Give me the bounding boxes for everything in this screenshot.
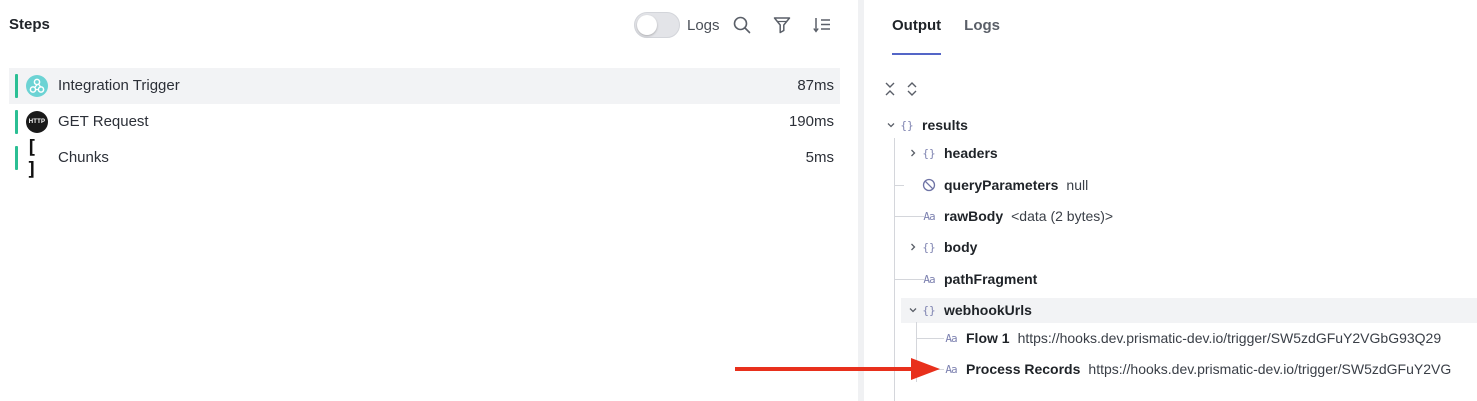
tree-key: webhookUrls [944, 302, 1032, 318]
tree-node-results[interactable]: {} results [884, 113, 968, 137]
object-icon: {} [922, 146, 936, 160]
string-icon: Aa [945, 362, 957, 376]
string-icon: Aa [923, 209, 935, 223]
steps-toolbar: Logs [634, 10, 834, 40]
string-icon: Aa [923, 272, 935, 286]
tree-key: rawBody [944, 208, 1004, 224]
http-icon: HTTP [26, 111, 48, 133]
expand-all-icon[interactable] [904, 81, 920, 97]
tree-node-pathfragment[interactable]: Aa pathFragment [920, 267, 1037, 291]
step-label: Chunks [58, 149, 109, 166]
step-status-bar [15, 74, 18, 98]
tree-value: null [1066, 177, 1089, 193]
tree-value: https://hooks.dev.prismatic-dev.io/trigg… [1088, 361, 1452, 377]
step-get-request[interactable]: HTTP GET Request 190ms [9, 104, 840, 140]
logs-toggle-label: Logs [687, 16, 720, 34]
tree-value: <data (2 bytes)> [1011, 208, 1114, 224]
output-tabs: Output Logs [892, 0, 1000, 56]
tree-node-flow-1[interactable]: Aa Flow 1 https://hooks.dev.prismatic-de… [942, 326, 1441, 350]
tree-node-headers[interactable]: {} headers [906, 141, 998, 165]
tree-key: pathFragment [944, 271, 1038, 287]
output-panel: Output Logs {} results {} headers queryP… [864, 0, 1477, 401]
step-label: GET Request [58, 113, 149, 130]
brackets-icon: [ ] [26, 136, 41, 180]
tree-node-webhookurls[interactable]: {} webhookUrls [906, 298, 1032, 322]
logs-toggle[interactable] [634, 12, 680, 38]
chevron-down-icon[interactable] [884, 120, 898, 130]
tree-key: results [922, 117, 968, 133]
steps-title: Steps [9, 16, 50, 33]
step-duration: 5ms [805, 149, 834, 166]
steps-panel: Steps Logs Integration Trigger 87ms HTTP… [0, 0, 858, 401]
tree-key: Flow 1 [966, 330, 1010, 346]
step-duration: 87ms [797, 77, 834, 94]
tab-logs[interactable]: Logs [964, 0, 1000, 56]
tree-node-body[interactable]: {} body [906, 235, 977, 259]
sort-icon[interactable] [810, 13, 834, 37]
tree-node-process-records[interactable]: Aa Process Records https://hooks.dev.pri… [942, 357, 1451, 381]
object-icon: {} [922, 303, 936, 317]
object-icon: {} [900, 118, 914, 132]
tree-key: headers [944, 145, 998, 161]
chevron-right-icon[interactable] [906, 242, 920, 252]
step-integration-trigger[interactable]: Integration Trigger 87ms [9, 68, 840, 104]
tree-key: Process Records [966, 361, 1081, 377]
active-tab-underline [892, 53, 942, 55]
expand-controls [882, 81, 920, 97]
toggle-knob [637, 15, 657, 35]
step-duration: 190ms [788, 113, 834, 130]
tab-output[interactable]: Output [892, 0, 942, 56]
chevron-down-icon[interactable] [906, 305, 920, 315]
tree-key: queryParameters [944, 177, 1059, 193]
annotation-arrow-icon [735, 358, 940, 380]
collapse-all-icon[interactable] [882, 81, 898, 97]
search-icon[interactable] [730, 13, 754, 37]
tree-node-queryparameters[interactable]: queryParameters null [920, 173, 1088, 197]
step-list: Integration Trigger 87ms HTTP GET Reques… [9, 68, 840, 180]
tree-node-rawbody[interactable]: Aa rawBody <data (2 bytes)> [920, 204, 1113, 228]
chevron-right-icon[interactable] [906, 148, 920, 158]
tree-value: https://hooks.dev.prismatic-dev.io/trigg… [1017, 330, 1442, 346]
object-icon: {} [922, 240, 936, 254]
tree-key: body [944, 239, 978, 255]
null-icon [920, 178, 938, 192]
step-chunks[interactable]: [ ] Chunks 5ms [9, 136, 840, 180]
step-label: Integration Trigger [58, 77, 180, 94]
step-status-bar [15, 146, 18, 170]
filter-icon[interactable] [770, 13, 794, 37]
webhook-icon [26, 75, 48, 97]
string-icon: Aa [945, 331, 957, 345]
step-status-bar [15, 110, 18, 134]
